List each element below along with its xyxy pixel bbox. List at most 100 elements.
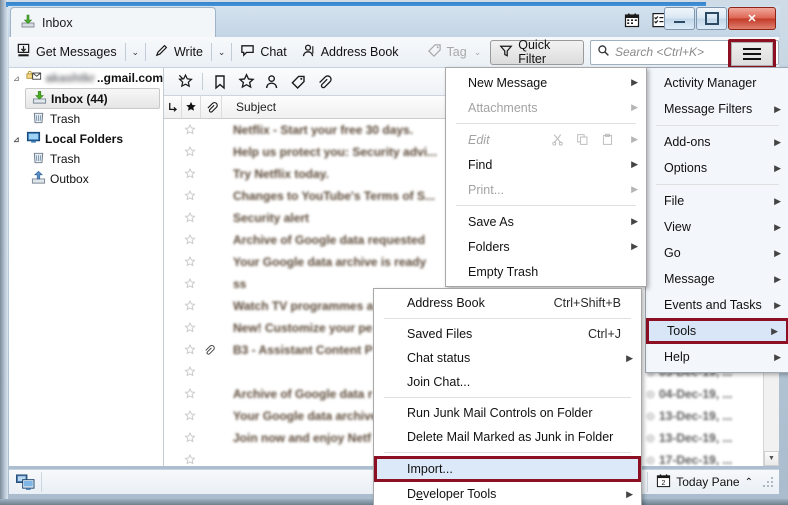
network-icon[interactable] xyxy=(9,473,41,491)
row-star-toggle[interactable] xyxy=(181,454,199,466)
menu-item-run-junk-mail-controls-on-folder[interactable]: Run Junk Mail Controls on Folder xyxy=(374,401,641,425)
tag-button[interactable]: Tag ⌄ xyxy=(420,40,491,64)
tag-icon[interactable] xyxy=(285,71,311,93)
menu-item-new-message[interactable]: New Message ▶ xyxy=(446,70,646,95)
menu-item-message[interactable]: Message ▶ xyxy=(646,266,788,292)
menu-item-events-and-tasks[interactable]: Events and Tasks ▶ xyxy=(646,292,788,318)
resize-grip[interactable] xyxy=(761,475,775,489)
close-button[interactable]: ✕ xyxy=(728,7,776,30)
copy-icon[interactable] xyxy=(576,133,589,146)
menu-item-label: Find xyxy=(468,157,493,172)
column-header-thread[interactable] xyxy=(164,96,182,118)
menu-item-save-as[interactable]: Save As ▶ xyxy=(446,209,646,234)
menu-item-message-filters[interactable]: Message Filters ▶ xyxy=(646,96,788,122)
chevron-up-icon[interactable]: ⌃ xyxy=(745,477,753,488)
sidebar-item-outbox[interactable]: Outbox xyxy=(9,169,163,189)
get-messages-button[interactable]: Get Messages xyxy=(9,40,124,64)
row-star-toggle[interactable] xyxy=(181,388,199,400)
thunderbird-window: Inbox ✕ Get Messages ⌄ Write ⌄ Chat Addr… xyxy=(0,0,788,505)
menu-item-chat-status[interactable]: Chat status ▶ xyxy=(374,346,641,370)
menu-item-tools[interactable]: Tools ▶ xyxy=(646,318,788,344)
local-folders-label: Local Folders xyxy=(45,132,124,146)
menu-item-file[interactable]: File ▶ xyxy=(646,188,788,214)
sidebar-item-local-folders[interactable]: ⊿ Local Folders xyxy=(9,129,163,149)
menu-item-empty-trash[interactable]: Empty Trash xyxy=(446,259,646,284)
row-star-toggle[interactable] xyxy=(181,124,199,136)
menu-item-delete-mail-marked-as-junk-in-folder[interactable]: Delete Mail Marked as Junk in Folder xyxy=(374,425,641,449)
quick-filter-button[interactable]: Quick Filter xyxy=(490,38,584,66)
chat-button[interactable]: Chat xyxy=(233,40,293,64)
row-star-toggle[interactable] xyxy=(181,366,199,378)
sidebar-item-trash-local[interactable]: Trash xyxy=(9,149,163,169)
row-status-dot xyxy=(641,411,659,421)
minimize-button[interactable] xyxy=(664,7,695,30)
row-star-toggle[interactable] xyxy=(181,300,199,312)
menu-item-label: Import... xyxy=(407,462,453,476)
maximize-button[interactable] xyxy=(696,7,727,30)
row-star-toggle[interactable] xyxy=(181,322,199,334)
get-messages-dropdown[interactable]: ⌄ xyxy=(127,40,145,64)
menu-item-developer-tools[interactable]: Developer Tools ▶ xyxy=(374,482,641,505)
column-header-star[interactable] xyxy=(182,96,201,118)
row-star-toggle[interactable] xyxy=(181,234,199,246)
attachment-icon[interactable] xyxy=(311,71,337,93)
menu-item-label: Help xyxy=(664,350,690,364)
menu-item-label: Message xyxy=(664,272,715,286)
menu-item-go[interactable]: Go ▶ xyxy=(646,240,788,266)
tab-inbox[interactable]: Inbox xyxy=(10,7,216,37)
bookmark-icon[interactable] xyxy=(207,71,233,93)
paste-icon[interactable] xyxy=(601,133,614,146)
app-menu-button[interactable] xyxy=(731,42,773,66)
row-star-toggle[interactable] xyxy=(181,212,199,224)
row-star-toggle[interactable] xyxy=(181,168,199,180)
menu-item-label: Edit xyxy=(468,132,490,147)
menu-item-add-ons[interactable]: Add-ons ▶ xyxy=(646,129,788,155)
trash-icon xyxy=(31,150,46,168)
menu-item-activity-manager[interactable]: Activity Manager xyxy=(646,70,788,96)
row-star-toggle[interactable] xyxy=(181,278,199,290)
twisty-icon[interactable]: ⊿ xyxy=(13,74,22,83)
menu-item-view[interactable]: View ▶ xyxy=(646,214,788,240)
row-star-toggle[interactable] xyxy=(181,432,199,444)
twisty-icon[interactable]: ⊿ xyxy=(13,135,22,144)
menu-item-print[interactable]: Print... ▶ xyxy=(446,177,646,202)
menu-item-saved-files[interactable]: Saved Files Ctrl+J xyxy=(374,322,641,346)
menu-item-label: Run Junk Mail Controls on Folder xyxy=(407,406,593,420)
row-star-toggle[interactable] xyxy=(181,146,199,158)
tools-submenu-panel: Address Book Ctrl+Shift+B Saved Files Ctrl+… xyxy=(373,288,642,505)
today-pane-button[interactable]: 2 Today Pane ⌃ xyxy=(648,473,761,491)
unread-icon[interactable] xyxy=(172,71,198,93)
row-star-toggle[interactable] xyxy=(181,410,199,422)
submenu-arrow-icon: ▶ xyxy=(774,247,781,258)
row-star-toggle[interactable] xyxy=(181,256,199,268)
menu-item-import[interactable]: Import... xyxy=(374,456,641,482)
menu-item-edit[interactable]: Edit ▶ xyxy=(446,127,646,152)
sidebar-item-trash-account[interactable]: Trash xyxy=(9,109,163,129)
today-pane-label: Today Pane xyxy=(676,475,740,489)
menu-item-help[interactable]: Help ▶ xyxy=(646,344,788,370)
column-header-attachment[interactable] xyxy=(201,96,222,118)
calendar-icon[interactable] xyxy=(624,12,641,29)
folder-account-row[interactable]: ⊿ akashtkr ..gmail.com xyxy=(9,68,163,88)
menu-item-find[interactable]: Find ▶ xyxy=(446,152,646,177)
tag-icon xyxy=(427,43,442,61)
cut-icon[interactable] xyxy=(551,133,564,146)
menu-item-folders[interactable]: Folders ▶ xyxy=(446,234,646,259)
row-star-toggle[interactable] xyxy=(181,344,199,356)
tag-dropdown-caret[interactable]: ⌄ xyxy=(472,40,484,64)
menu-item-address-book[interactable]: Address Book Ctrl+Shift+B xyxy=(374,291,641,315)
inbox-download-icon xyxy=(20,13,36,32)
menu-item-options[interactable]: Options ▶ xyxy=(646,155,788,181)
write-button[interactable]: Write xyxy=(147,40,210,64)
submenu-arrow-icon: ▶ xyxy=(631,77,638,87)
menu-item-label: Go xyxy=(664,246,681,260)
contact-icon[interactable] xyxy=(259,71,285,93)
star-icon[interactable] xyxy=(233,71,259,93)
scroll-down-arrow[interactable]: ▼ xyxy=(764,451,779,466)
menu-item-join-chat[interactable]: Join Chat... xyxy=(374,370,641,394)
sidebar-item-inbox[interactable]: Inbox (44) xyxy=(25,88,160,109)
menu-item-attachments[interactable]: Attachments ▶ xyxy=(446,95,646,120)
write-dropdown[interactable]: ⌄ xyxy=(213,40,231,64)
row-star-toggle[interactable] xyxy=(181,190,199,202)
address-book-button[interactable]: Address Book xyxy=(294,40,406,64)
